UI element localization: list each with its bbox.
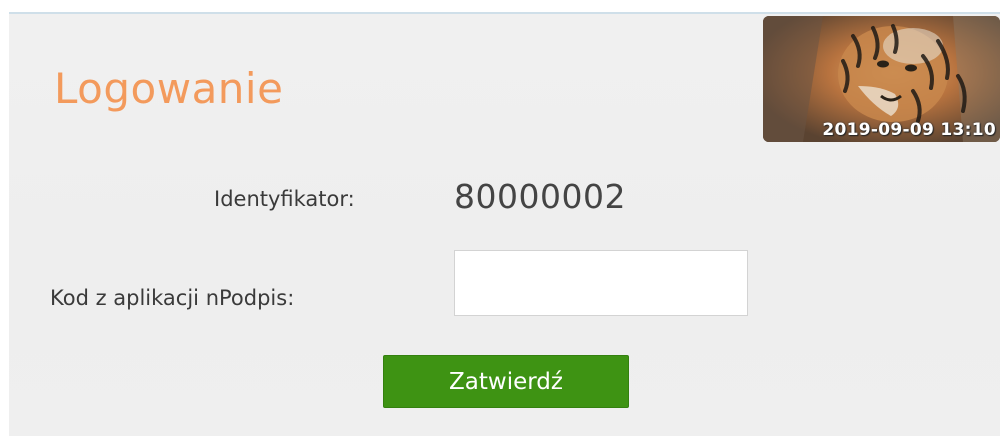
code-label: Kod z aplikacji nPodpis: [50,286,295,310]
submit-button[interactable]: Zatwierdź [383,355,629,408]
identifier-label: Identyfikator: [214,187,355,211]
security-image: 2019-09-09 13:10 [763,16,1000,142]
page-title: Logowanie [54,64,284,113]
code-input[interactable] [454,250,748,316]
image-timestamp: 2019-09-09 13:10 [822,120,996,140]
login-panel: Logowanie 2019-09-09 13:10 Identyfikator… [9,12,1000,436]
identifier-value: 80000002 [454,177,626,216]
